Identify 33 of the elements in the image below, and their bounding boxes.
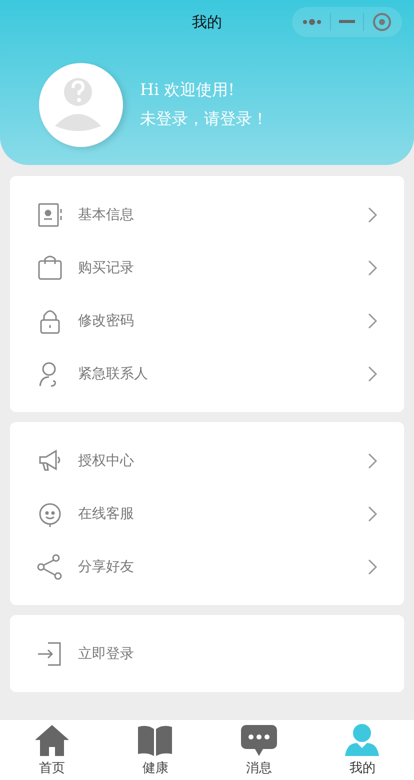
tab[interactable]: 消息 [207, 720, 310, 780]
tab[interactable]: 首页 [0, 720, 104, 780]
book-icon [136, 723, 174, 757]
minimize-icon[interactable] [339, 20, 355, 24]
avatar[interactable] [38, 62, 124, 148]
home-icon [32, 723, 71, 757]
menu-item[interactable]: 修改密码 [10, 294, 404, 347]
tab[interactable]: 健康 [104, 720, 207, 780]
menu-item-label: 紧急联系人 [78, 364, 149, 382]
more-icon[interactable] [302, 18, 322, 26]
greeting-text: Hi 欢迎使用! [140, 80, 236, 101]
menu-item-label: 分享好友 [78, 558, 135, 576]
user-icon [343, 723, 382, 757]
contact-card-icon [36, 200, 64, 228]
page-title: 我的 [192, 12, 222, 32]
menu-item[interactable]: 紧急联系人 [10, 347, 404, 400]
menu-item-label: 基本信息 [78, 206, 135, 224]
menu-item[interactable]: 购买记录 [10, 241, 404, 294]
menu-item[interactable]: 在线客服 [10, 487, 404, 540]
menu-item[interactable]: 基本信息 [10, 188, 404, 241]
menu-item-label: 授权中心 [78, 452, 135, 470]
share-icon [36, 552, 64, 580]
close-icon[interactable] [372, 12, 392, 32]
menu-item-label: 购买记录 [78, 258, 135, 276]
shopping-bag-icon [36, 254, 64, 282]
menu-item-label: 立即登录 [78, 644, 135, 662]
tab[interactable]: 我的 [310, 720, 414, 780]
menu-item-label: 在线客服 [78, 504, 135, 522]
menu-item[interactable]: 分享好友 [10, 540, 404, 593]
menu-item-label: 修改密码 [78, 312, 135, 330]
login-icon [36, 640, 64, 668]
menu-item[interactable]: 授权中心 [10, 434, 404, 487]
chat-icon [240, 723, 278, 757]
